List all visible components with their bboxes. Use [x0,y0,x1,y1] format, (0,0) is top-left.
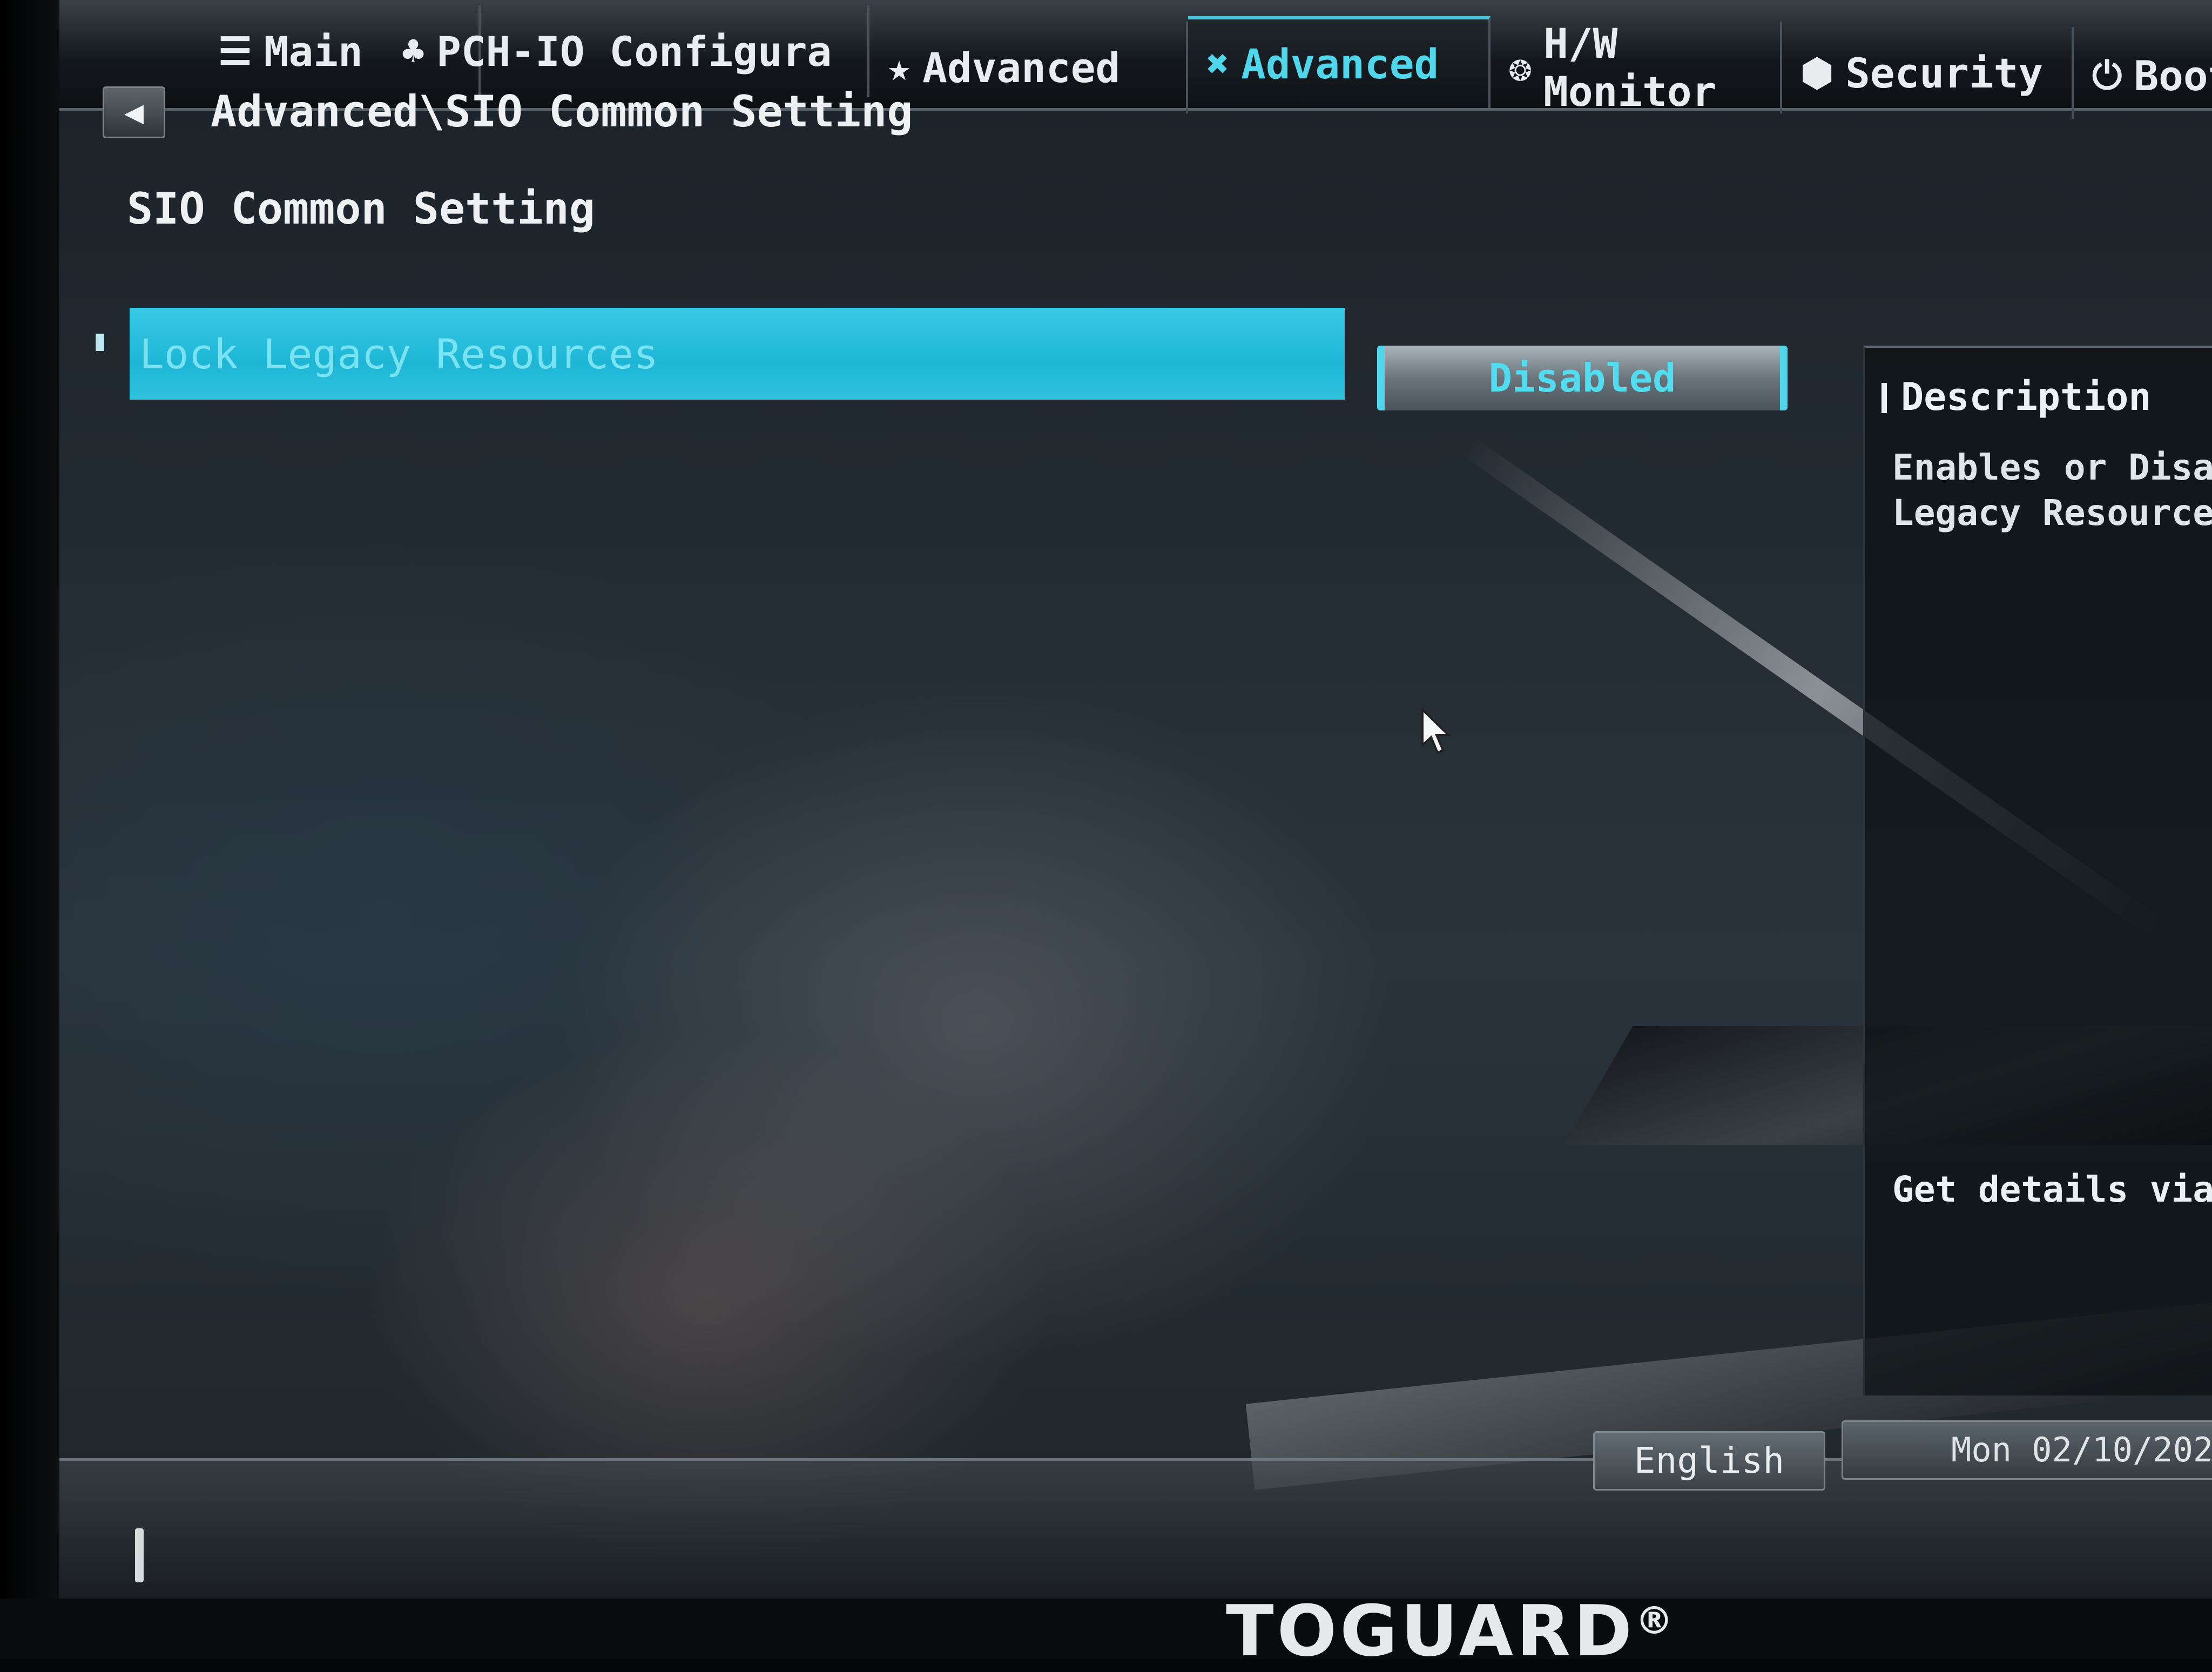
tab-boot[interactable]: ⏻ Boot [2074,30,2212,122]
setting-value-dropdown[interactable]: Disabled [1377,346,1788,410]
monitor-bezel [0,0,59,1659]
tab-label: H/W Monitor [1543,19,1717,116]
mouse-cursor-icon [1421,707,1451,754]
tab-label: Advanced [922,43,1121,92]
back-arrow-icon: ◀ [124,93,144,131]
tab-label: Main [264,27,363,76]
star-icon: ★ [888,45,911,90]
setting-row-lock-legacy-resources[interactable]: Lock Legacy Resources [130,308,1345,400]
chip-icon: ♣ [402,29,425,73]
breadcrumb: Advanced\SIO Common Setting [211,86,913,137]
tab-advanced[interactable]: ✖ Advanced [1188,16,1491,108]
tab-label: Advanced [1241,39,1439,88]
lock-icon: ▮ [91,323,109,357]
tab-hw-monitor[interactable]: ❂ H/W Monitor [1491,19,1782,116]
language-button[interactable]: English [1593,1431,1825,1491]
back-button[interactable]: ◀ [103,86,165,138]
bios-screen: ☰ Main ♣ PCH-IO Configura ★ Advanced ✖ A… [59,0,2212,1599]
tab-security[interactable]: ⬢ Security [1782,27,2074,119]
description-title: Description [1881,375,2152,419]
list-icon: ☰ [218,29,252,73]
tab-label: PCH-IO Configura [436,27,832,76]
setting-label: Lock Legacy Resources [139,329,658,378]
monitor-bezel-bottom [0,1599,2212,1659]
page-title: SIO Common Setting [127,184,595,234]
description-text: Enables or Disable Legacy Resources [1892,447,2212,534]
qr-details-text: Get details via QR [1892,1169,2212,1210]
power-icon: ⏻ [2092,53,2122,98]
shield-icon: ⬢ [1800,51,1834,95]
tab-advanced-favorites[interactable]: ★ Advanced [869,22,1188,113]
tools-icon: ✖ [1206,42,1230,86]
scrollbar-handle[interactable] [135,1528,144,1582]
tab-label: Boot [2134,51,2212,100]
tab-label: Security [1845,49,2044,97]
monitor-brand-logo: TOGUARD® [1226,1590,1677,1672]
tab-pch-io-configuration[interactable]: ♣ PCH-IO Configura [383,5,869,97]
fan-icon: ❂ [1509,45,1532,90]
date-time-display: Mon 02/10/2025, [1842,1420,2212,1480]
description-panel: Description Enables or Disable Legacy Re… [1863,346,2212,1395]
